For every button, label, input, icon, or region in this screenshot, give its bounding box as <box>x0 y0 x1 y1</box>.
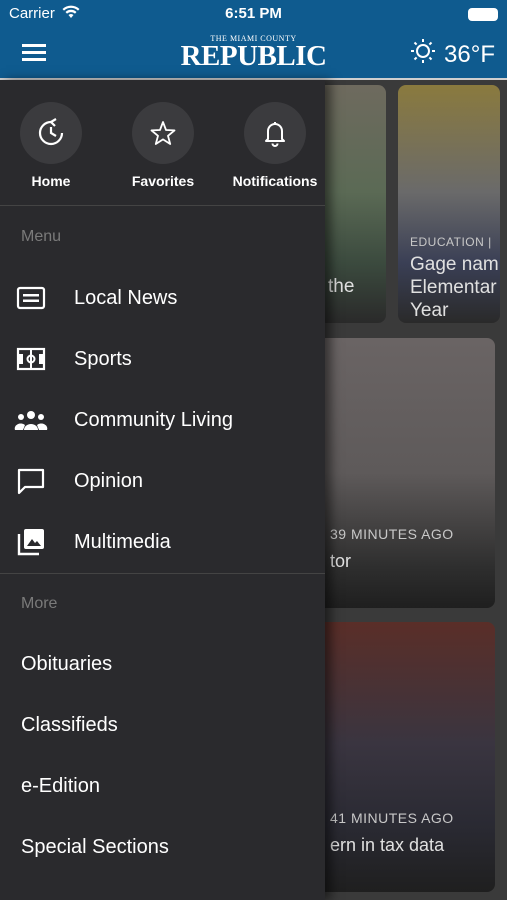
card-category: EDUCATION | <box>410 235 492 249</box>
people-group-icon <box>14 405 48 435</box>
history-refresh-icon <box>20 102 82 164</box>
navigation-drawer: Home Favorites Notifications Menu Local … <box>0 80 325 900</box>
quick-link-home[interactable]: Home <box>0 102 107 189</box>
card-timestamp: 39 MINUTES AGO <box>330 526 454 542</box>
quick-link-notifications[interactable]: Notifications <box>219 102 331 189</box>
menu-item-multimedia[interactable]: Multimedia <box>0 514 325 570</box>
more-item-classifieds[interactable]: Classifieds <box>21 714 118 737</box>
menu-item-label: Local News <box>74 286 178 309</box>
menu-section-label: Menu <box>21 228 62 245</box>
menu-item-sports[interactable]: Sports <box>0 331 325 387</box>
more-item-special-sections[interactable]: Special Sections <box>21 836 169 859</box>
card-headline-line: Gage nam <box>410 254 499 275</box>
star-icon <box>132 102 194 164</box>
menu-item-local-news[interactable]: Local News <box>0 270 325 326</box>
quick-link-label: Home <box>31 173 71 189</box>
card-headline: tor <box>330 551 352 571</box>
newspaper-icon <box>14 283 48 313</box>
card-timestamp: 41 MINUTES AGO <box>330 810 454 826</box>
menu-item-label: Multimedia <box>74 530 171 553</box>
more-item-obituaries[interactable]: Obituaries <box>21 653 112 676</box>
news-card[interactable]: EDUCATION | Gage nam Elementar Year <box>398 85 500 323</box>
card-headline-line: Year <box>410 300 449 321</box>
menu-item-opinion[interactable]: Opinion <box>0 453 325 509</box>
menu-item-label: Opinion <box>74 469 143 492</box>
quick-link-label: Favorites <box>131 173 195 189</box>
card-headline-line: Elementar <box>410 277 497 298</box>
menu-item-label: Community Living <box>74 408 233 431</box>
weather-widget[interactable]: 36°F <box>410 38 495 71</box>
quick-link-label: Notifications <box>232 173 318 189</box>
menu-item-label: Sports <box>74 347 132 370</box>
soccer-field-icon <box>14 344 48 374</box>
bell-icon <box>244 102 306 164</box>
menu-item-community-living[interactable]: Community Living <box>0 392 325 448</box>
photo-library-icon <box>14 527 48 557</box>
status-bar: Carrier 6:51 PM <box>0 0 507 28</box>
card-headline: ern in tax data <box>330 835 445 855</box>
status-time: 6:51 PM <box>225 5 282 22</box>
quick-link-favorites[interactable]: Favorites <box>107 102 219 189</box>
sun-icon <box>410 38 436 71</box>
card-headline: the <box>328 276 355 297</box>
section-divider <box>0 573 325 574</box>
temperature: 36°F <box>444 40 495 68</box>
more-section-label: More <box>21 595 58 612</box>
more-item-e-edition[interactable]: e-Edition <box>21 775 100 798</box>
app-header: THE MIAMI COUNTY REPUBLIC 36°F <box>0 28 507 78</box>
speech-bubble-icon <box>14 466 48 496</box>
quick-links: Home Favorites Notifications <box>0 80 325 206</box>
battery-icon <box>468 8 498 21</box>
